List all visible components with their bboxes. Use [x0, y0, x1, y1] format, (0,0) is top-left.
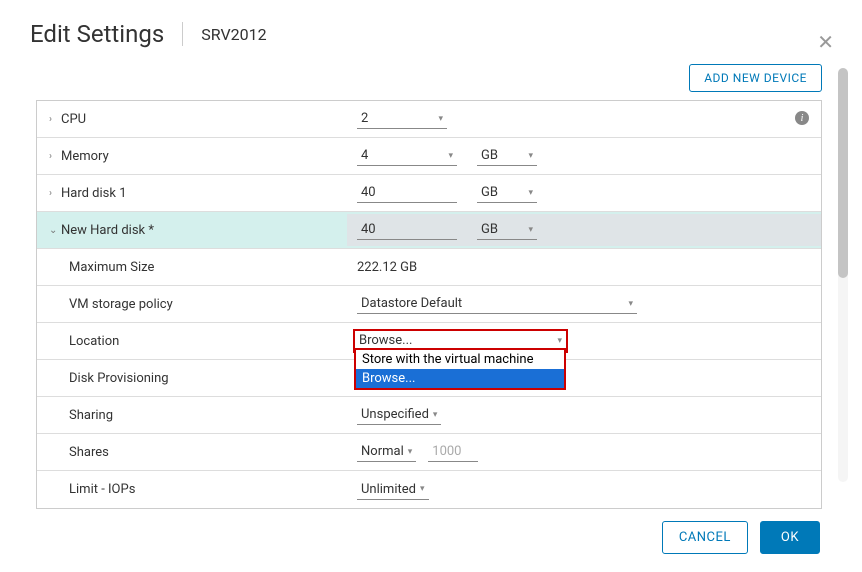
limit-iops-select[interactable]: Unlimited ▾ [357, 480, 429, 500]
new-hd-input[interactable]: 40 [357, 220, 457, 240]
scrollbar-thumb[interactable] [838, 68, 848, 278]
memory-unit: GB [481, 148, 498, 163]
cpu-select[interactable]: 2 ▾ [357, 109, 447, 129]
vm-policy-label: VM storage policy [69, 297, 173, 312]
chevron-down-icon: ▾ [438, 114, 443, 124]
row-shares: Shares Normal ▾ 1000 [37, 434, 821, 471]
chevron-down-icon: ▾ [528, 151, 533, 161]
max-size-value: 222.12 GB [357, 260, 417, 275]
cancel-button[interactable]: CANCEL [662, 521, 748, 554]
shares-select[interactable]: Normal ▾ [357, 442, 416, 462]
info-icon[interactable]: i [795, 111, 809, 125]
new-hd-label: New Hard disk * [61, 223, 154, 238]
memory-label: Memory [61, 149, 109, 164]
page-title: Edit Settings [30, 20, 164, 48]
hd1-input[interactable]: 40 [357, 183, 457, 203]
dropdown-option-store-with-vm[interactable]: Store with the virtual machine [356, 350, 564, 369]
chevron-down-icon: ▾ [448, 151, 453, 161]
cpu-label: CPU [61, 112, 86, 127]
chevron-right-icon[interactable]: › [49, 114, 61, 125]
vm-policy-value: Datastore Default [361, 296, 462, 311]
disk-prov-label: Disk Provisioning [69, 371, 169, 386]
location-dropdown: Store with the virtual machine Browse... [354, 348, 566, 390]
max-size-label: Maximum Size [69, 260, 154, 275]
dialog-footer: CANCEL OK [662, 521, 820, 554]
chevron-down-icon: ▾ [433, 410, 438, 420]
ok-button[interactable]: OK [760, 521, 820, 554]
shares-label: Shares [69, 445, 109, 460]
row-sharing: Sharing Unspecified ▾ [37, 397, 821, 434]
hd1-unit: GB [481, 185, 498, 200]
row-new-hard-disk: ⌄ New Hard disk * 40 GB ▾ [37, 212, 821, 249]
new-hd-unit: GB [481, 222, 498, 237]
hd1-label: Hard disk 1 [61, 186, 127, 201]
memory-unit-select[interactable]: GB ▾ [477, 146, 537, 166]
memory-input[interactable]: 4▾ [357, 146, 457, 166]
chevron-down-icon: ▾ [408, 447, 413, 457]
vm-policy-select[interactable]: Datastore Default ▾ [357, 294, 637, 314]
chevron-right-icon[interactable]: › [49, 151, 61, 162]
row-limit-iops: Limit - IOPs Unlimited ▾ [37, 471, 821, 508]
memory-value: 4 [361, 148, 368, 163]
location-value: Browse... [359, 333, 412, 348]
limit-iops-value: Unlimited [361, 482, 416, 497]
row-maximum-size: Maximum Size 222.12 GB [37, 249, 821, 286]
row-hard-disk-1: › Hard disk 1 40 GB ▾ [37, 175, 821, 212]
sharing-select[interactable]: Unspecified ▾ [357, 405, 441, 425]
row-memory: › Memory 4▾ GB▾ [37, 138, 821, 175]
dialog-header: Edit Settings SRV2012 [0, 0, 862, 60]
shares-num: 1000 [432, 444, 461, 459]
header-divider [182, 22, 183, 46]
shares-number-input[interactable]: 1000 [428, 442, 478, 462]
dropdown-option-browse[interactable]: Browse... [356, 369, 564, 388]
settings-grid: › CPU 2 ▾ i › Memory 4▾ GB▾ › Hard disk … [36, 100, 822, 509]
chevron-down-icon: ▾ [557, 336, 562, 346]
new-hd-value: 40 [361, 222, 376, 237]
hd1-unit-select[interactable]: GB ▾ [477, 183, 537, 203]
add-new-device-button[interactable]: ADD NEW DEVICE [689, 64, 822, 92]
vm-name: SRV2012 [201, 25, 266, 44]
chevron-down-icon: ▾ [528, 225, 533, 235]
close-icon[interactable]: ✕ [817, 30, 834, 54]
chevron-down-icon: ▾ [528, 188, 533, 198]
chevron-right-icon[interactable]: › [49, 188, 61, 199]
chevron-down-icon: ▾ [628, 299, 633, 309]
row-cpu: › CPU 2 ▾ i [37, 101, 821, 138]
new-hd-unit-select[interactable]: GB ▾ [477, 220, 537, 240]
hd1-value: 40 [361, 185, 376, 200]
row-vm-storage-policy: VM storage policy Datastore Default ▾ [37, 286, 821, 323]
cpu-value: 2 [361, 111, 368, 126]
chevron-down-icon[interactable]: ⌄ [49, 225, 61, 236]
toolbar: ADD NEW DEVICE [0, 60, 862, 100]
sharing-label: Sharing [69, 408, 113, 423]
chevron-down-icon: ▾ [420, 484, 425, 494]
sharing-value: Unspecified [361, 407, 429, 422]
shares-value: Normal [361, 444, 404, 459]
location-label: Location [69, 334, 119, 349]
limit-iops-label: Limit - IOPs [69, 482, 135, 497]
